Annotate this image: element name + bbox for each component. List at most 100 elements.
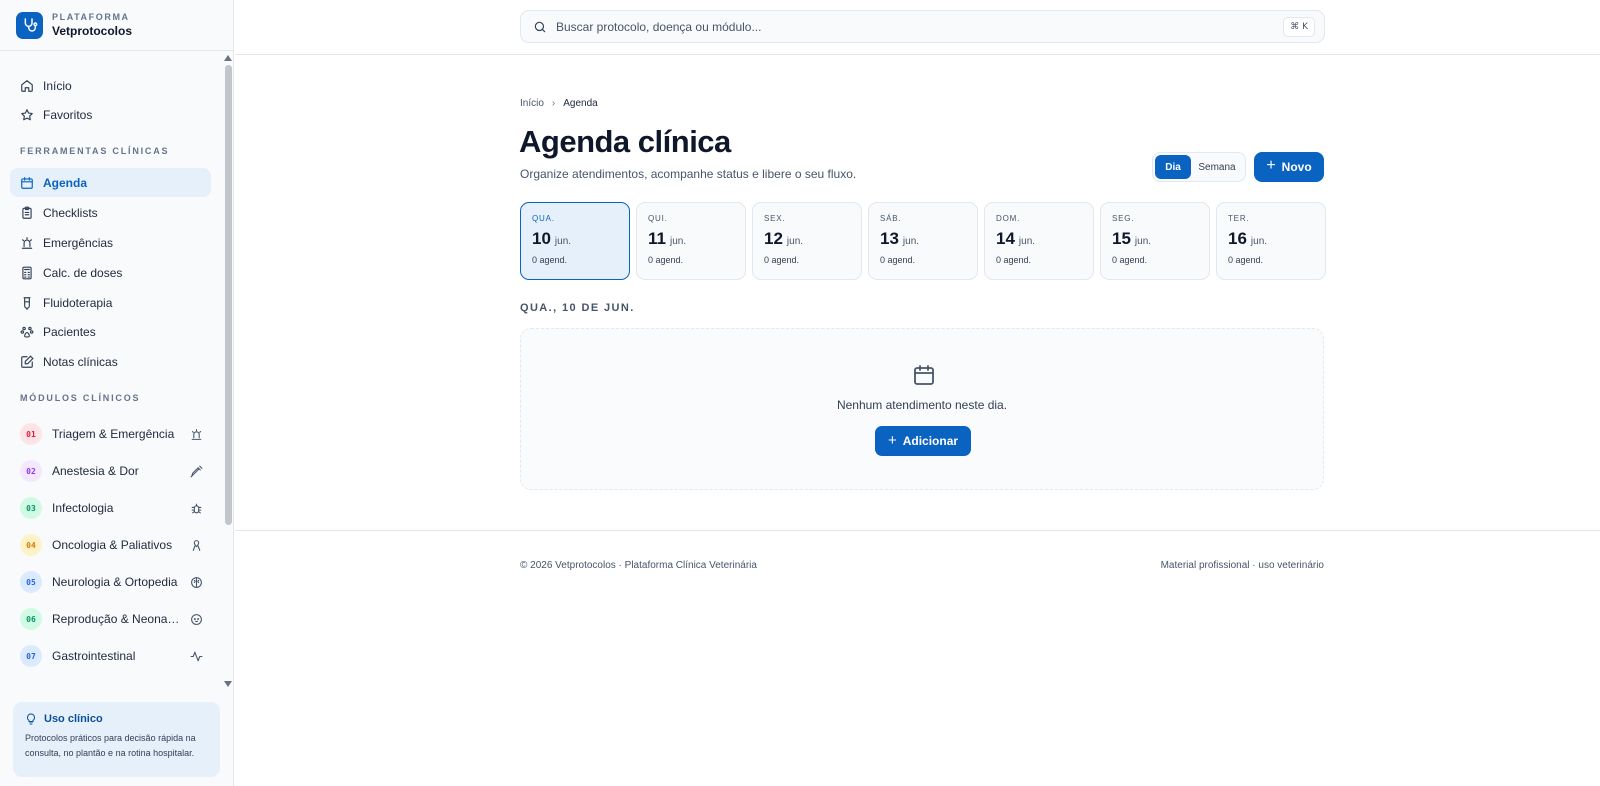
iv-bag-icon (20, 296, 34, 310)
sidebar-scroll-area: Início Favoritos FERRAMENTAS CLÍNICAS Ag… (0, 51, 222, 691)
module-number: 03 (20, 497, 42, 519)
module-number: 07 (20, 645, 42, 667)
siren-icon (20, 236, 34, 250)
view-toggle: Dia Semana (1152, 152, 1246, 182)
sidebar-item-label: Fluidoterapia (43, 295, 113, 310)
sidebar-module-06[interactable]: 06 Reprodução & Neonatologia (10, 604, 211, 634)
day-weekday: DOM. (996, 214, 1021, 223)
add-appointment-button[interactable]: + Adicionar (875, 426, 971, 456)
day-card-6[interactable]: TER. 16 jun. 0 agend. (1216, 202, 1326, 280)
brain-icon (190, 576, 203, 589)
sidebar-item-label: Emergências (43, 235, 114, 250)
sidebar-item-emergencias[interactable]: Emergências (10, 228, 211, 257)
clinical-use-description: Protocolos práticos para decisão rápida … (25, 733, 196, 758)
activity-icon (190, 650, 203, 663)
star-icon (20, 108, 34, 122)
day-card-2[interactable]: SEX. 12 jun. 0 agend. (752, 202, 862, 280)
module-number: 02 (20, 460, 42, 482)
breadcrumb-current: Agenda (563, 98, 598, 109)
day-weekday: TER. (1228, 214, 1250, 223)
new-button-label: Novo (1281, 160, 1312, 174)
day-weekday: QUI. (648, 214, 668, 223)
day-card-3[interactable]: SÁB. 13 jun. 0 agend. (868, 202, 978, 280)
view-day-button[interactable]: Dia (1155, 155, 1191, 179)
day-number: 13 (880, 229, 899, 248)
search-shortcut-hint: ⌘ K (1283, 17, 1315, 37)
footer-copyright: © 2026 Vetprotocolos · Plataforma Clínic… (520, 560, 757, 571)
section-title-modulos: MÓDULOS CLÍNICOS (20, 393, 141, 403)
new-appointment-button[interactable]: + Novo (1254, 152, 1324, 182)
note-edit-icon (20, 354, 34, 369)
day-appointment-count: 0 agend. (532, 255, 568, 265)
sidebar-module-05[interactable]: 05 Neurologia & Ortopedia (10, 567, 211, 597)
day-card-1[interactable]: QUI. 11 jun. 0 agend. (636, 202, 746, 280)
day-month: jun. (1134, 236, 1152, 247)
day-card-5[interactable]: SEG. 15 jun. 0 agend. (1100, 202, 1210, 280)
search-icon (533, 20, 547, 34)
empty-state-text: Nenhum atendimento neste dia. (836, 398, 1008, 412)
sidebar-item-label: Agenda (43, 175, 88, 190)
scroll-down-arrow-icon[interactable] (224, 681, 232, 687)
sidebar-item-pacientes[interactable]: Pacientes (10, 317, 211, 346)
day-month: jun. (1018, 236, 1036, 247)
sidebar-item-label: Notas clínicas (43, 354, 118, 369)
stethoscope-icon (16, 11, 43, 39)
brand-kicker: PLATAFORMA (52, 12, 130, 22)
scroll-up-arrow-icon[interactable] (224, 55, 232, 61)
ribbon-icon (190, 539, 203, 552)
module-label: Gastrointestinal (52, 649, 136, 663)
breadcrumb-home[interactable]: Início (520, 98, 544, 109)
scrollbar-thumb[interactable] (225, 65, 232, 525)
clinical-use-card: Uso clínico Protocolos práticos para dec… (13, 702, 220, 777)
day-appointment-count: 0 agend. (648, 255, 684, 265)
search-bar[interactable]: ⌘ K (520, 10, 1325, 43)
module-label: Infectologia (52, 501, 114, 515)
module-label: Reprodução & Neonatologia (52, 612, 180, 626)
sidebar-item-inicio[interactable]: Início (10, 71, 211, 100)
sidebar-item-label: Checklists (43, 205, 98, 220)
sidebar-item-calc-doses[interactable]: Calc. de doses (10, 258, 211, 287)
day-weekday: SÁB. (880, 214, 902, 223)
day-month: jun. (902, 236, 920, 247)
home-icon (20, 79, 34, 93)
sidebar-item-checklists[interactable]: Checklists (10, 198, 211, 227)
clipboard-icon (20, 206, 34, 220)
module-label: Neurologia & Ortopedia (52, 575, 178, 589)
plus-icon: + (1266, 157, 1276, 174)
section-title-ferramentas: FERRAMENTAS CLÍNICAS (20, 146, 170, 156)
sidebar-scrollbar[interactable] (222, 51, 234, 691)
sidebar-item-favoritos[interactable]: Favoritos (10, 100, 211, 129)
calendar-icon (912, 363, 936, 387)
day-number: 16 (1228, 229, 1247, 248)
calculator-icon (20, 266, 34, 280)
lightbulb-icon (25, 713, 37, 725)
sidebar-module-07[interactable]: 07 Gastrointestinal (10, 641, 211, 671)
sidebar-item-label: Calc. de doses (43, 265, 123, 280)
chevron-right-icon: › (551, 98, 556, 109)
module-label: Triagem & Emergência (52, 427, 175, 441)
brand[interactable]: PLATAFORMA Vetprotocolos (0, 0, 233, 51)
search-input[interactable] (556, 19, 1256, 34)
bug-icon (190, 502, 203, 515)
day-number: 15 (1112, 229, 1131, 248)
page-subtitle: Organize atendimentos, acompanhe status … (520, 167, 857, 181)
sidebar-module-01[interactable]: 01 Triagem & Emergência (10, 419, 211, 449)
view-week-button[interactable]: Semana (1191, 155, 1243, 179)
day-appointment-count: 0 agend. (764, 255, 800, 265)
page-title: Agenda clínica (519, 124, 731, 159)
sidebar-item-label: Pacientes (43, 324, 96, 339)
sidebar-module-02[interactable]: 02 Anestesia & Dor (10, 456, 211, 486)
sidebar-item-fluidoterapia[interactable]: Fluidoterapia (10, 288, 211, 317)
day-month: jun. (1250, 236, 1268, 247)
breadcrumb: Início › Agenda (520, 98, 598, 109)
sidebar-module-03[interactable]: 03 Infectologia (10, 493, 211, 523)
sidebar-item-notas-clinicas[interactable]: Notas clínicas (10, 347, 211, 376)
sidebar-item-agenda[interactable]: Agenda (10, 168, 211, 197)
day-card-0[interactable]: QUA. 10 jun. 0 agend. (520, 202, 630, 280)
day-card-4[interactable]: DOM. 14 jun. 0 agend. (984, 202, 1094, 280)
sidebar-module-04[interactable]: 04 Oncologia & Paliativos (10, 530, 211, 560)
day-number: 10 (532, 229, 551, 248)
module-number: 05 (20, 571, 42, 593)
siren-icon (190, 428, 203, 441)
brand-name: Vetprotocolos (52, 24, 133, 38)
